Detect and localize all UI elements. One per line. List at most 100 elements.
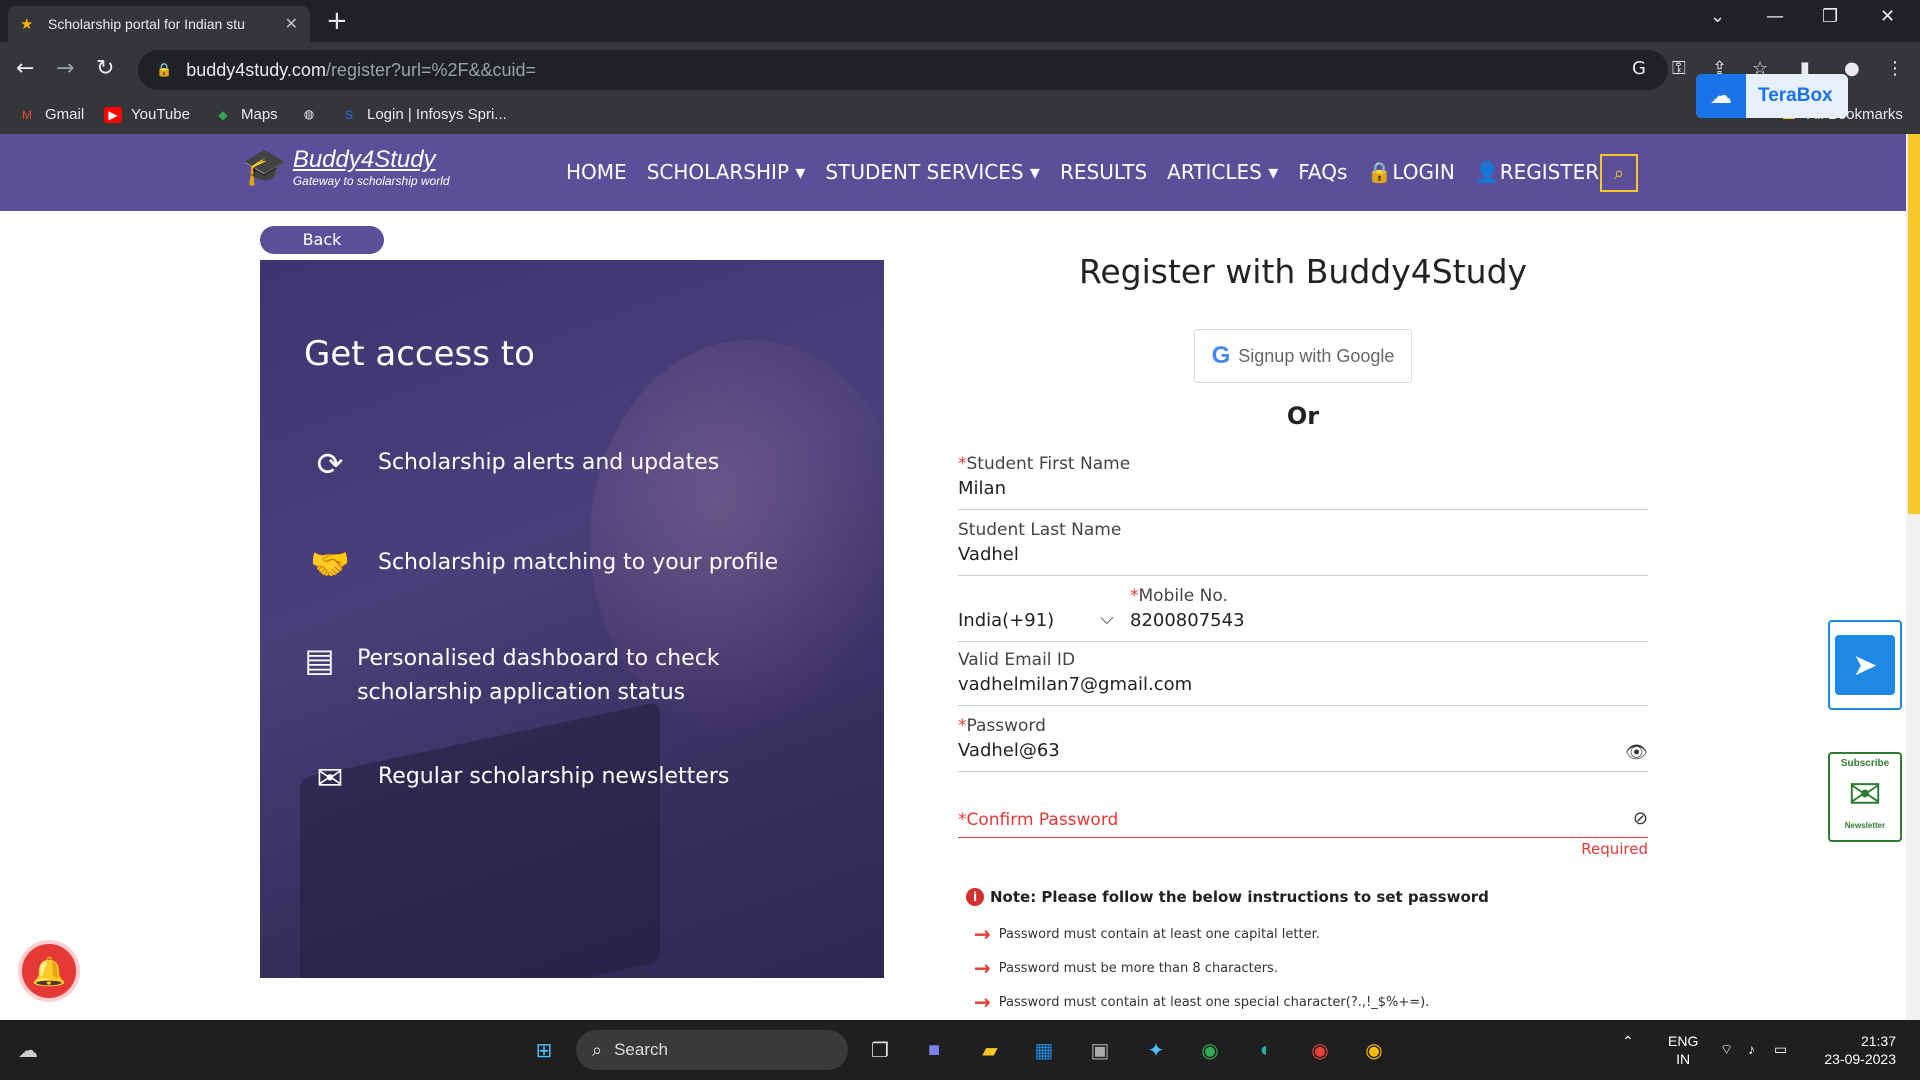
edge-icon[interactable]: ◐ bbox=[1250, 1034, 1282, 1066]
password-value[interactable]: Vadhel@63 bbox=[958, 740, 1060, 761]
rule-text: Password must contain at least one capit… bbox=[998, 926, 1320, 942]
envelope-icon: ✉ bbox=[1848, 773, 1882, 817]
bookmark-globe[interactable]: ◍ bbox=[300, 106, 327, 122]
last-name-value[interactable]: Vadhel bbox=[958, 544, 1019, 565]
nav-label: REGISTER bbox=[1499, 160, 1600, 184]
windows-start-icon[interactable]: ⊞ bbox=[528, 1034, 560, 1066]
notification-bell-button[interactable]: 🔔 bbox=[18, 940, 80, 1002]
address-bar[interactable]: 🔒 buddy4study.com/register?url=%2F&&cuid… bbox=[138, 50, 1668, 90]
first-name-field[interactable]: *Student First Name Milan bbox=[958, 454, 1648, 510]
show-hidden-icons[interactable]: ⌃ bbox=[1622, 1032, 1634, 1050]
teams-icon[interactable]: ■ bbox=[918, 1034, 950, 1066]
site-header: 🎓 Buddy4Study Gateway to scholarship wor… bbox=[0, 134, 1906, 211]
brand-name: Buddy4Study bbox=[292, 146, 436, 173]
chrome-icon[interactable]: ◉ bbox=[1194, 1034, 1226, 1066]
subscribe-newsletter-widget[interactable]: Subscribe ✉ Newsletter bbox=[1828, 752, 1902, 842]
menu-kebab-icon[interactable]: ⋮ bbox=[1886, 58, 1904, 79]
graduation-cap-icon: 🎓 bbox=[242, 147, 287, 188]
feature-text: Scholarship matching to your profile bbox=[378, 550, 779, 575]
rule-text: Password must contain at least one speci… bbox=[998, 994, 1430, 1010]
eye-slash-icon[interactable]: ⊘ bbox=[1633, 808, 1648, 829]
nav-faqs[interactable]: FAQs bbox=[1298, 160, 1347, 184]
email-field[interactable]: Valid Email ID vadhelmilan7@gmail.com bbox=[958, 650, 1648, 706]
close-window-button[interactable]: ✕ bbox=[1880, 6, 1895, 27]
benefits-panel: Get access to ⟳ Scholarship alerts and u… bbox=[260, 260, 884, 978]
caret-down-icon: ▾ bbox=[795, 160, 806, 184]
email-value[interactable]: vadhelmilan7@gmail.com bbox=[958, 674, 1192, 695]
search-icon: ⌕ bbox=[1613, 162, 1625, 184]
password-field[interactable]: *Password Vadhel@63 👁 bbox=[958, 716, 1648, 772]
password-rule: → Password must contain at least one spe… bbox=[974, 990, 1429, 1014]
rule-text: Password must be more than 8 characters. bbox=[998, 960, 1278, 976]
last-name-field[interactable]: Student Last Name Vadhel bbox=[958, 520, 1648, 576]
new-tab-button[interactable]: + bbox=[326, 6, 348, 36]
key-icon[interactable]: ⚿ bbox=[1672, 58, 1686, 79]
chrome-active-icon[interactable]: ◉ bbox=[1358, 1034, 1390, 1066]
site-logo[interactable]: 🎓 Buddy4Study Gateway to scholarship wor… bbox=[242, 146, 450, 188]
wifi-icon[interactable]: ⌔ bbox=[1720, 1040, 1733, 1058]
feature-text: Personalised dashboard to check scholars… bbox=[357, 646, 720, 705]
required-error: Required bbox=[1581, 840, 1648, 858]
bookmark-maps[interactable]: ◆ Maps bbox=[214, 106, 277, 123]
scrollbar-thumb[interactable] bbox=[1908, 134, 1920, 514]
password-note: i Note: Please follow the below instruct… bbox=[966, 888, 1489, 906]
myipo-icon[interactable]: ▦ bbox=[1028, 1034, 1060, 1066]
info-icon: i bbox=[966, 888, 984, 906]
terabox-label: TeraBox bbox=[1758, 85, 1833, 106]
reload-icon[interactable]: ↻ bbox=[96, 56, 114, 81]
password-rule: → Password must be more than 8 character… bbox=[974, 956, 1278, 980]
country-code-select[interactable]: India(+91) ⌵ bbox=[958, 608, 1118, 631]
chrome-profile-icon[interactable]: ◉ bbox=[1304, 1034, 1336, 1066]
task-view-icon[interactable]: ❐ bbox=[864, 1034, 896, 1066]
nav-results[interactable]: RESULTS bbox=[1060, 160, 1147, 184]
mobile-label: *Mobile No. bbox=[1130, 586, 1228, 606]
nav-articles[interactable]: ARTICLES ▾ bbox=[1167, 160, 1278, 184]
minimize-button[interactable]: — bbox=[1766, 6, 1784, 27]
nav-login[interactable]: 🔒LOGIN bbox=[1367, 160, 1454, 184]
confirm-password-field[interactable]: *Confirm Password ⊘ bbox=[958, 782, 1648, 838]
first-name-value[interactable]: Milan bbox=[958, 478, 1006, 499]
forward-arrow-icon[interactable]: → bbox=[56, 56, 74, 81]
store-icon[interactable]: ▣ bbox=[1084, 1034, 1116, 1066]
nav-register[interactable]: 👤REGISTER bbox=[1475, 160, 1599, 184]
telegram-widget[interactable]: ➤ bbox=[1828, 620, 1902, 710]
nav-scholarship[interactable]: SCHOLARSHIP ▾ bbox=[647, 160, 806, 184]
bookmarks-bar: M Gmail ▶ YouTube ◆ Maps ◍ S Login | Inf… bbox=[0, 98, 1920, 134]
weather-icon[interactable]: ☁ bbox=[12, 1034, 44, 1066]
nav-home[interactable]: HOME bbox=[566, 160, 627, 184]
url-domain: buddy4study.com bbox=[186, 59, 326, 80]
language-indicator[interactable]: ENG IN bbox=[1668, 1032, 1698, 1068]
taskbar-search[interactable]: ⌕ Search bbox=[576, 1030, 848, 1070]
chevron-down-icon: ⌵ bbox=[1100, 608, 1114, 629]
bell-icon: 🔔 bbox=[31, 954, 67, 988]
eye-icon[interactable]: 👁 bbox=[1625, 742, 1648, 763]
caret-down-icon: ▾ bbox=[1029, 160, 1040, 184]
close-tab-icon[interactable]: ✕ bbox=[285, 14, 298, 34]
feature-text: Regular scholarship newsletters bbox=[378, 764, 730, 789]
site-favicon-icon: ★ bbox=[20, 16, 34, 33]
nav-label: SCHOLARSHIP bbox=[646, 160, 790, 184]
dashboard-icon: ▤ bbox=[304, 641, 335, 679]
bookmark-infosys[interactable]: S Login | Infosys Spri... bbox=[340, 106, 507, 123]
mobile-value[interactable]: 8200807543 bbox=[1130, 610, 1245, 631]
tab-search-icon[interactable]: ⌄ bbox=[1710, 6, 1725, 27]
google-signup-button[interactable]: G Signup with Google bbox=[1194, 329, 1412, 383]
google-lens-icon[interactable]: G bbox=[1632, 58, 1646, 79]
browser-tab[interactable]: ★ Scholarship portal for Indian stu ✕ bbox=[8, 6, 310, 42]
battery-icon[interactable]: ▭ bbox=[1774, 1040, 1787, 1058]
file-explorer-icon[interactable]: ▰ bbox=[974, 1034, 1006, 1066]
volume-icon[interactable]: ♪ bbox=[1748, 1040, 1755, 1058]
bookmark-gmail[interactable]: M Gmail bbox=[18, 106, 84, 123]
password-rule: → Password must contain at least one cap… bbox=[974, 922, 1320, 946]
bookmark-youtube[interactable]: ▶ YouTube bbox=[104, 106, 190, 123]
nav-student-services[interactable]: STUDENT SERVICES ▾ bbox=[825, 160, 1040, 184]
back-button[interactable]: Back bbox=[260, 226, 384, 254]
tips-icon[interactable]: ✦ bbox=[1140, 1034, 1172, 1066]
main-nav: HOME SCHOLARSHIP ▾ STUDENT SERVICES ▾ RE… bbox=[566, 160, 1599, 184]
terabox-extension[interactable]: ☁ TeraBox bbox=[1696, 74, 1848, 118]
back-arrow-icon[interactable]: ← bbox=[16, 56, 34, 81]
restore-button[interactable]: ❐ bbox=[1822, 6, 1838, 27]
gmail-icon: M bbox=[22, 107, 32, 122]
site-search-button[interactable]: ⌕ bbox=[1600, 154, 1638, 192]
clock[interactable]: 21:37 23-09-2023 bbox=[1816, 1032, 1896, 1068]
